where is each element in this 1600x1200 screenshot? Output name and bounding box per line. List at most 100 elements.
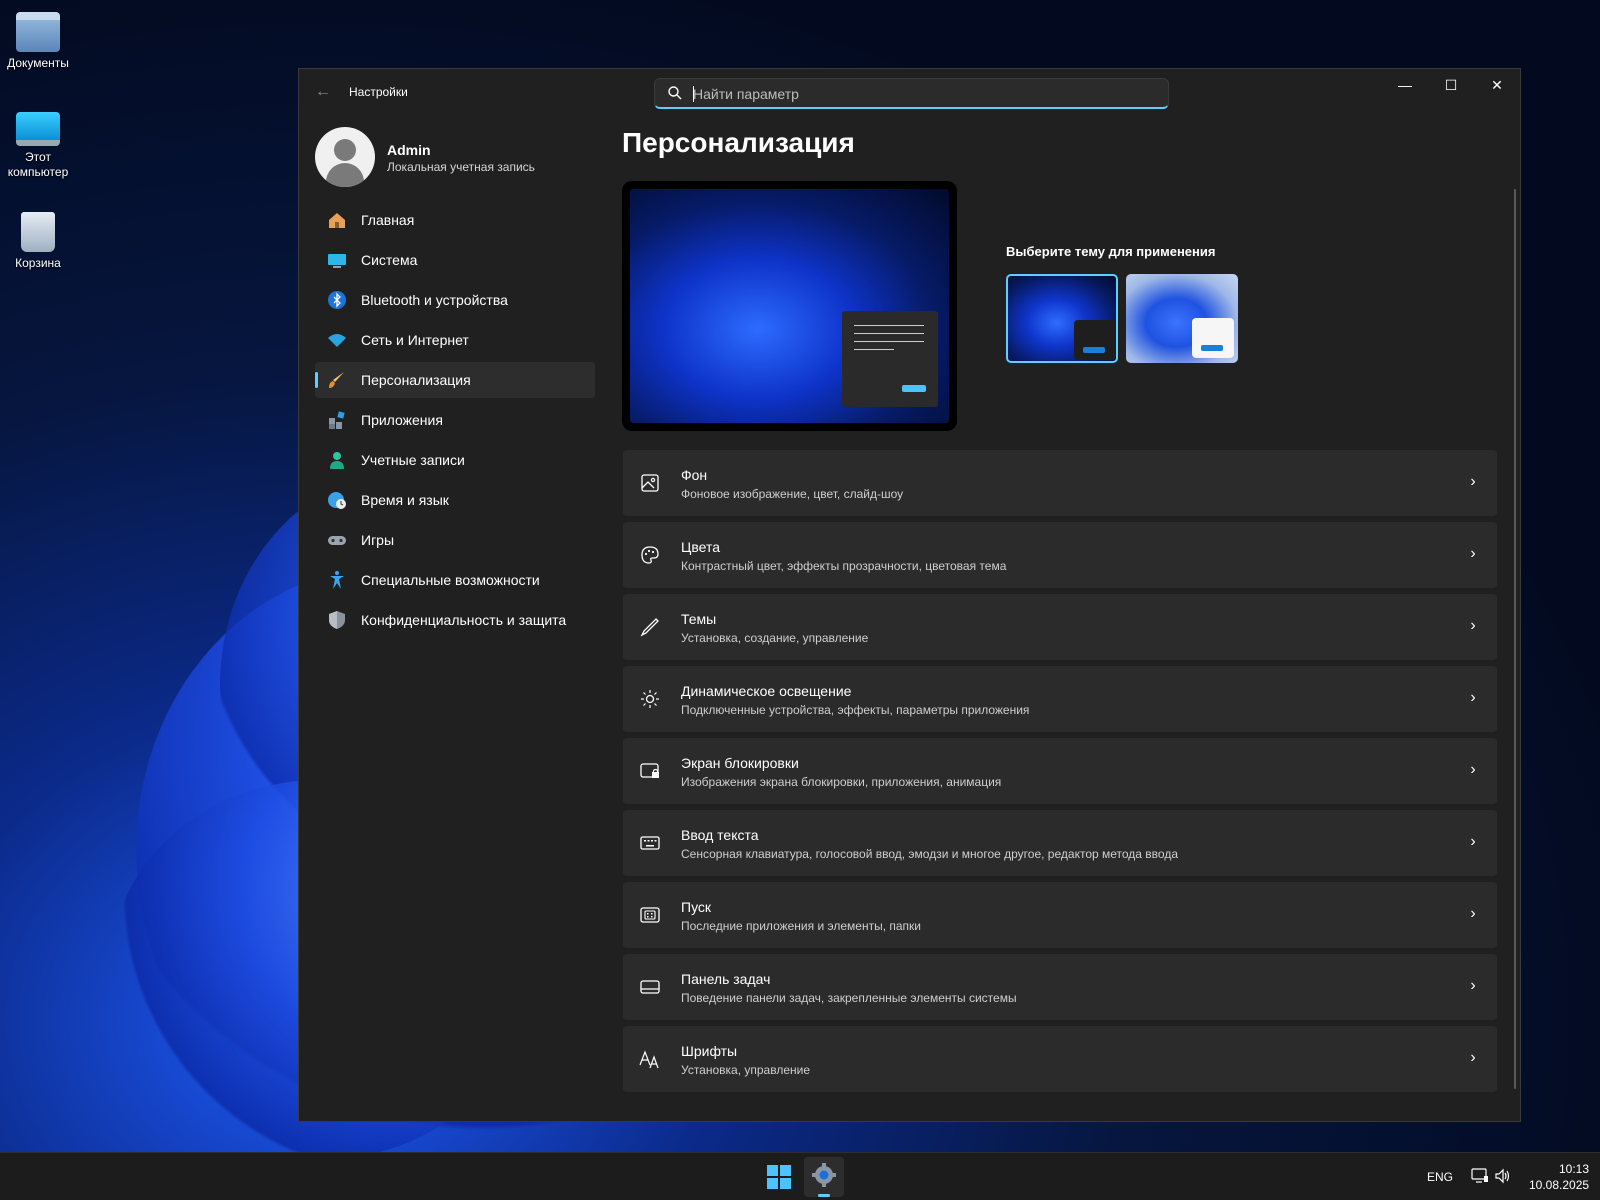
taskbar-icon [639, 976, 661, 998]
setting-card-text-input[interactable]: Ввод текста Сенсорная клавиатура, голосо… [623, 810, 1497, 876]
gear-icon [812, 1163, 836, 1187]
accessibility-icon [327, 570, 347, 590]
clock[interactable]: 10:13 10.08.2025 [1529, 1161, 1589, 1193]
sidebar-item-label: Учетные записи [361, 452, 465, 468]
clock-date: 10.08.2025 [1529, 1178, 1590, 1192]
sidebar-item-label: Персонализация [361, 372, 471, 388]
sidebar-item-label: Главная [361, 212, 415, 228]
card-title: Ввод текста [681, 827, 759, 843]
sidebar-item-label: Специальные возможности [361, 572, 540, 588]
desktop-icon-this-pc[interactable]: Этот компьютер [0, 112, 76, 180]
clock-time: 10:13 [1558, 1162, 1589, 1176]
network-icon[interactable] [1471, 1167, 1489, 1185]
setting-card-background[interactable]: Фон Фоновое изображение, цвет, слайд-шоу… [623, 450, 1497, 516]
pen-icon [639, 616, 661, 638]
chevron-right-icon: › [1470, 905, 1476, 922]
theme-option-dark[interactable] [1006, 274, 1118, 363]
sidebar-item-time-language[interactable]: Время и язык [315, 482, 595, 518]
profile-name: Admin [387, 142, 431, 158]
card-title: Экран блокировки [681, 755, 799, 771]
sidebar-item-label: Bluetooth и устройства [361, 292, 508, 308]
sidebar-item-gaming[interactable]: Игры [315, 522, 595, 558]
desktop-icon-recycle-bin[interactable]: Корзина [0, 212, 76, 271]
start-icon [639, 904, 661, 926]
page-title: Персонализация [622, 127, 855, 158]
setting-card-themes[interactable]: Темы Установка, создание, управление › [623, 594, 1497, 660]
card-subtitle: Фоновое изображение, цвет, слайд-шоу [681, 487, 904, 501]
card-subtitle: Изображения экрана блокировки, приложени… [681, 775, 1002, 789]
palette-icon [639, 544, 661, 566]
language-indicator[interactable]: ENG [1427, 1170, 1453, 1184]
person-icon [327, 450, 347, 470]
card-title: Пуск [681, 899, 712, 915]
sidebar-item-personalization[interactable]: Персонализация [315, 362, 595, 398]
taskbar: ENG 10:13 10.08.2025 [0, 1152, 1600, 1200]
theme-preview [622, 181, 957, 431]
maximize-button[interactable]: ☐ [1428, 69, 1474, 101]
scrollbar[interactable] [1514, 189, 1516, 1089]
card-title: Динамическое освещение [681, 683, 852, 699]
volume-icon[interactable] [1494, 1167, 1512, 1185]
theme-option-light[interactable] [1126, 274, 1238, 363]
search-icon [668, 86, 682, 100]
card-title: Цвета [681, 539, 720, 555]
globe-clock-icon [327, 490, 347, 510]
sidebar-item-bluetooth[interactable]: Bluetooth и устройства [315, 282, 595, 318]
desktop-icon-documents[interactable]: Документы [0, 12, 76, 71]
lock-screen-icon [639, 760, 661, 782]
apps-icon [327, 410, 347, 430]
computer-icon [16, 112, 60, 146]
setting-card-dynamic-lighting[interactable]: Динамическое освещение Подключенные устр… [623, 666, 1497, 732]
sidebar-item-label: Конфиденциальность и защита [361, 612, 567, 628]
user-profile[interactable]: Admin Локальная учетная запись [315, 127, 595, 189]
search-box[interactable] [654, 78, 1169, 109]
profile-subtitle: Локальная учетная запись [387, 160, 535, 174]
sidebar-item-apps[interactable]: Приложения [315, 402, 595, 438]
light-icon [639, 688, 661, 710]
setting-card-taskbar[interactable]: Панель задач Поведение панели задач, зак… [623, 954, 1497, 1020]
setting-card-fonts[interactable]: Шрифты Установка, управление › [623, 1026, 1497, 1092]
sidebar-item-label: Сеть и Интернет [361, 332, 469, 348]
back-arrow-icon[interactable]: ← [315, 83, 333, 101]
chevron-right-icon: › [1470, 545, 1476, 562]
start-button[interactable] [767, 1165, 791, 1189]
gamepad-icon [327, 530, 347, 550]
desktop-icon-label: Этот компьютер [7, 150, 69, 179]
settings-list: Фон Фоновое изображение, цвет, слайд-шоу… [623, 450, 1497, 1098]
desktop-icon-label: Корзина [15, 256, 61, 270]
setting-card-lock-screen[interactable]: Экран блокировки Изображения экрана блок… [623, 738, 1497, 804]
settings-window: ← Настройки — ☐ ✕ Admin Локальная учетна… [298, 68, 1521, 1122]
search-input[interactable] [693, 83, 1153, 105]
card-title: Шрифты [681, 1043, 738, 1059]
card-subtitle: Сенсорная клавиатура, голосовой ввод, эм… [681, 847, 1179, 861]
folder-icon [16, 12, 60, 52]
keyboard-icon [639, 832, 661, 854]
chevron-right-icon: › [1470, 473, 1476, 490]
sidebar-item-system[interactable]: Система [315, 242, 595, 278]
card-title: Темы [681, 611, 717, 627]
taskbar-settings-button[interactable] [804, 1157, 844, 1197]
sidebar-item-network[interactable]: Сеть и Интернет [315, 322, 595, 358]
minimize-button[interactable]: — [1382, 69, 1428, 101]
card-subtitle: Установка, управление [681, 1063, 811, 1077]
theme-picker-label: Выберите тему для применения [1006, 244, 1216, 259]
picture-icon [639, 472, 661, 494]
sidebar-item-accounts[interactable]: Учетные записи [315, 442, 595, 478]
chevron-right-icon: › [1470, 833, 1476, 850]
preview-dialog [842, 311, 938, 407]
chevron-right-icon: › [1470, 761, 1476, 778]
monitor-icon [327, 250, 347, 270]
fonts-icon [639, 1048, 661, 1070]
desktop-icon-label: Документы [7, 56, 69, 70]
sidebar-item-accessibility[interactable]: Специальные возможности [315, 562, 595, 598]
sidebar-item-privacy[interactable]: Конфиденциальность и защита [315, 602, 595, 638]
sidebar-item-home[interactable]: Главная [315, 202, 595, 238]
card-subtitle: Установка, создание, управление [681, 631, 869, 645]
recycle-bin-icon [21, 212, 55, 252]
setting-card-start[interactable]: Пуск Последние приложения и элементы, па… [623, 882, 1497, 948]
setting-card-colors[interactable]: Цвета Контрастный цвет, эффекты прозрачн… [623, 522, 1497, 588]
card-subtitle: Контрастный цвет, эффекты прозрачности, … [681, 559, 1007, 573]
chevron-right-icon: › [1470, 1049, 1476, 1066]
brush-icon [327, 370, 347, 390]
close-button[interactable]: ✕ [1474, 69, 1520, 101]
